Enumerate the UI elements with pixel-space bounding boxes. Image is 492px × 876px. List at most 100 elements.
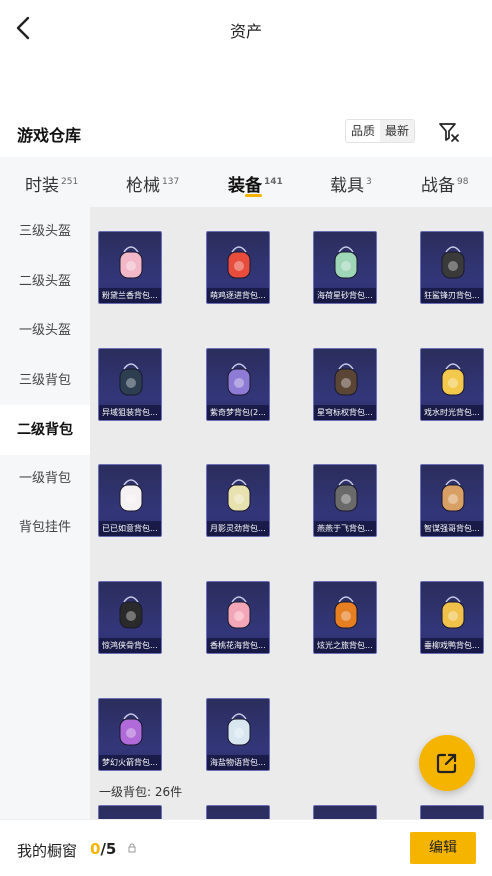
tab-count: 3 xyxy=(366,177,372,187)
sort-quality-button[interactable]: 品质 xyxy=(346,120,380,142)
backpack-icon xyxy=(119,246,143,279)
item-card-partial[interactable] xyxy=(206,805,270,819)
showcase-count: 0/5 xyxy=(90,840,116,858)
asset-page: 资产 游戏仓库 品质 最新 时装251 枪械137 装备141 载具3 xyxy=(0,0,492,876)
backpack-icon xyxy=(334,246,358,279)
backpack-icon xyxy=(227,479,251,512)
item-card[interactable]: 萌鸡逐进背包... xyxy=(206,231,270,304)
share-floating-button[interactable] xyxy=(419,735,475,791)
sidebar-item-level2-helmet[interactable]: 二级头盔 xyxy=(0,257,90,307)
backpack-icon xyxy=(227,363,251,396)
subcategory-sidebar: 三级头盔 二级头盔 一级头盔 三级背包 二级背包 一级背包 背包挂件 xyxy=(0,207,90,819)
warehouse-title: 游戏仓库 xyxy=(17,126,82,145)
sidebar-item-level1-backpack[interactable]: 一级背包 xyxy=(0,454,90,504)
item-name: 紫奇梦背包(2... xyxy=(207,405,269,420)
tab-count: 141 xyxy=(264,177,283,187)
filter-button[interactable] xyxy=(438,121,460,143)
sidebar-item-level1-helmet[interactable]: 一级头盔 xyxy=(0,306,90,356)
active-tab-indicator xyxy=(245,194,262,197)
item-name: 垂柳戏鸭背包... xyxy=(421,638,483,653)
sidebar-item-level2-backpack[interactable]: 二级背包 xyxy=(0,405,90,455)
item-card[interactable]: 香桃花海背包... xyxy=(206,581,270,654)
sort-newest-button[interactable]: 最新 xyxy=(380,120,415,142)
item-name: 海荷星砂背包... xyxy=(314,288,376,303)
backpack-icon xyxy=(334,363,358,396)
tab-equipment[interactable]: 装备 141 xyxy=(228,171,283,196)
item-card[interactable]: 星穹标权背包... xyxy=(313,348,377,421)
item-card[interactable]: 燕燕于飞背包... xyxy=(313,464,377,537)
backpack-icon xyxy=(441,596,465,629)
tab-count: 137 xyxy=(162,177,180,187)
item-name: 惊鸿侠骨背包... xyxy=(99,638,161,653)
item-card[interactable]: 炫光之旅背包... xyxy=(313,581,377,654)
bottom-bar: 我的橱窗 0/5 编辑 xyxy=(0,819,492,876)
tab-label: 战备 xyxy=(421,176,455,196)
item-name: 已已如意背包... xyxy=(99,521,161,536)
showcase-count-max: 5 xyxy=(105,840,117,858)
item-card[interactable]: 异域狙装背包... xyxy=(98,348,162,421)
item-card[interactable]: 紫奇梦背包(2... xyxy=(206,348,270,421)
item-name: 智谋强哥背包... xyxy=(421,521,483,536)
filter-icon xyxy=(439,123,459,142)
item-name: 燕燕于飞背包... xyxy=(314,521,376,536)
item-card[interactable]: 惊鸿侠骨背包... xyxy=(98,581,162,654)
item-card[interactable]: 梦幻火箭背包... xyxy=(98,698,162,771)
item-card[interactable]: 海盐物语背包... xyxy=(206,698,270,771)
lock-icon xyxy=(128,843,136,853)
sidebar-item-backpack-charm[interactable]: 背包挂件 xyxy=(0,503,90,553)
item-card-partial[interactable] xyxy=(313,805,377,819)
tab-firearms[interactable]: 枪械 137 xyxy=(126,171,179,196)
item-card[interactable]: 垂柳戏鸭背包... xyxy=(420,581,484,654)
tab-label: 枪械 xyxy=(126,176,160,196)
item-name: 炫光之旅背包... xyxy=(314,638,376,653)
backpack-icon xyxy=(334,596,358,629)
sidebar-item-level3-backpack[interactable]: 三级背包 xyxy=(0,356,90,406)
item-card-partial[interactable] xyxy=(98,805,162,819)
tab-count: 251 xyxy=(61,177,79,187)
edit-button[interactable]: 编辑 xyxy=(410,832,476,864)
sort-toggle: 品质 最新 xyxy=(345,119,416,143)
tab-count: 98 xyxy=(457,177,469,187)
item-name: 萌鸡逐进背包... xyxy=(207,288,269,303)
backpack-icon xyxy=(119,596,143,629)
backpack-icon xyxy=(227,713,251,746)
backpack-icon xyxy=(441,479,465,512)
item-card-partial[interactable] xyxy=(420,805,484,819)
item-name: 海盐物语背包... xyxy=(207,755,269,770)
item-name: 粉黛兰香背包... xyxy=(99,288,161,303)
backpack-icon xyxy=(441,246,465,279)
item-card[interactable]: 已已如意背包... xyxy=(98,464,162,537)
tab-battle-supplies[interactable]: 战备 98 xyxy=(421,171,468,196)
warehouse-header: 游戏仓库 品质 最新 xyxy=(0,112,492,152)
backpack-icon xyxy=(119,363,143,396)
backpack-icon xyxy=(227,246,251,279)
item-name: 梦幻火箭背包... xyxy=(99,755,161,770)
item-card[interactable]: 狂鲨锋刃背包... xyxy=(420,231,484,304)
top-navigation-bar: 资产 xyxy=(0,0,492,58)
item-name: 异域狙装背包... xyxy=(99,405,161,420)
showcase-count-current: 0 xyxy=(90,840,101,858)
item-card[interactable]: 智谋强哥背包... xyxy=(420,464,484,537)
showcase-label: 我的橱窗 xyxy=(17,842,78,860)
item-grid: 粉黛兰香背包... 萌鸡逐进背包... 海荷星砂背包... 狂鲨锋刃背包... 异域狙装… xyxy=(90,207,492,819)
item-card[interactable]: 粉黛兰香背包... xyxy=(98,231,162,304)
page-title: 资产 xyxy=(229,22,262,41)
backpack-icon xyxy=(227,596,251,629)
share-external-icon xyxy=(436,753,457,774)
item-card[interactable]: 月影灵劲背包... xyxy=(206,464,270,537)
item-name: 狂鲨锋刃背包... xyxy=(421,288,483,303)
tab-vehicles[interactable]: 载具 3 xyxy=(330,171,372,196)
tab-label: 载具 xyxy=(330,176,364,196)
tab-label: 装备 xyxy=(228,176,262,196)
item-name: 星穹标权背包... xyxy=(314,405,376,420)
item-name: 香桃花海背包... xyxy=(207,638,269,653)
item-card[interactable]: 戏水时光背包... xyxy=(420,348,484,421)
category-tabs: 时装 251 枪械 137 装备 141 载具 3 战备 98 xyxy=(0,157,492,207)
tab-fashion[interactable]: 时装 251 xyxy=(25,171,78,196)
backpack-icon xyxy=(441,363,465,396)
backpack-icon xyxy=(119,479,143,512)
backpack-icon xyxy=(334,479,358,512)
sidebar-item-level3-helmet[interactable]: 三级头盔 xyxy=(0,207,90,257)
item-name: 月影灵劲背包... xyxy=(207,521,269,536)
item-card[interactable]: 海荷星砂背包... xyxy=(313,231,377,304)
